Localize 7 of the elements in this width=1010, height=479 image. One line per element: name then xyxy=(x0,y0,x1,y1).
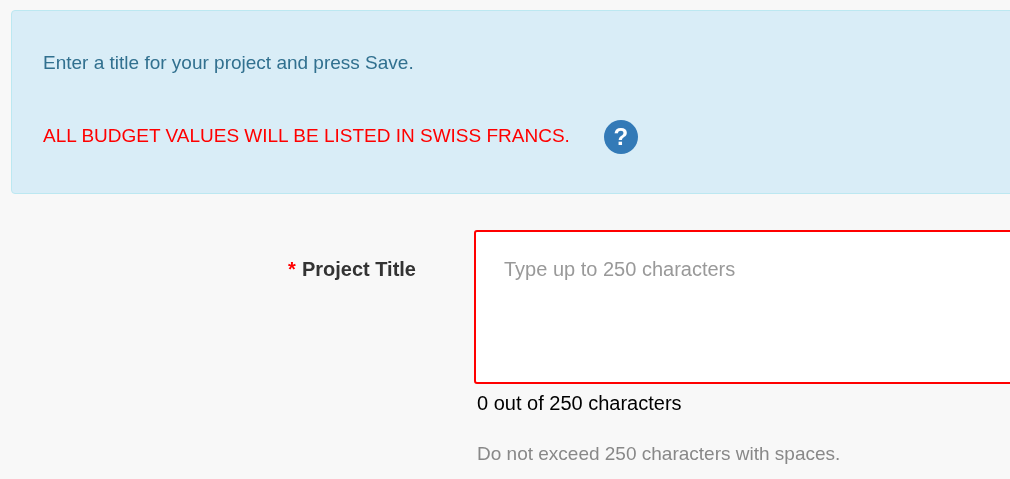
currency-warning: ALL BUDGET VALUES WILL BE LISTED IN SWISS FRANCS. xyxy=(43,124,570,149)
character-counter: 0 out of 250 characters xyxy=(477,391,682,416)
info-message: Enter a title for your project and press Save. xyxy=(43,51,414,75)
field-label: * Project Title xyxy=(288,257,416,282)
field-hint: Do not exceed 250 characters with spaces. xyxy=(477,442,841,466)
help-icon[interactable]: ? xyxy=(603,119,638,154)
project-title-field[interactable]: Type up to 250 characters xyxy=(474,230,1010,384)
